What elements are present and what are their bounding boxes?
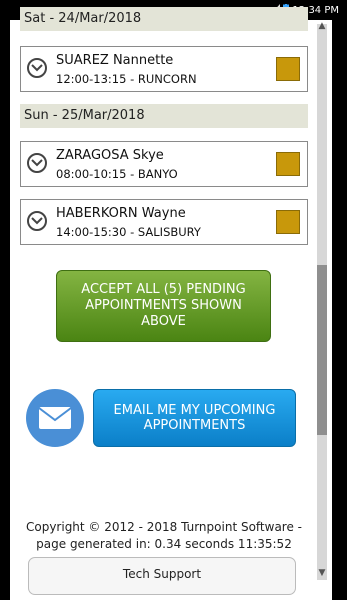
tech-support-button[interactable]: Tech Support	[28, 557, 296, 595]
day-header: Sun - 25/Mar/2018	[20, 104, 308, 128]
scroll-down-icon[interactable]: ▼	[317, 567, 327, 579]
appointment-name: HABERKORN Wayne	[56, 206, 186, 221]
status-badge	[276, 57, 300, 81]
status-badge	[276, 210, 300, 234]
email-appointments-button[interactable]: EMAIL ME MY UPCOMING APPOINTMENTS	[93, 389, 296, 447]
appointment-card[interactable]: ZARAGOSA Skye 08:00-10:15 - BANYO	[20, 141, 308, 187]
chevron-down-icon[interactable]	[27, 153, 47, 173]
appointment-time: 12:00-13:15 - RUNCORN	[56, 72, 197, 86]
appointment-time: 14:00-15:30 - SALISBURY	[56, 225, 201, 239]
chevron-down-icon[interactable]	[27, 58, 47, 78]
scrollbar-thumb[interactable]	[317, 265, 327, 435]
appointment-name: ZARAGOSA Skye	[56, 148, 164, 163]
appointment-card[interactable]: HABERKORN Wayne 14:00-15:30 - SALISBURY	[20, 199, 308, 245]
envelope-icon[interactable]	[26, 389, 84, 447]
day-header: Sat - 24/Mar/2018	[20, 7, 308, 31]
chevron-down-icon[interactable]	[27, 211, 47, 231]
appointment-name: SUAREZ Nannette	[56, 53, 174, 68]
appointment-card[interactable]: SUAREZ Nannette 12:00-13:15 - RUNCORN	[20, 46, 308, 92]
status-badge	[276, 152, 300, 176]
appointment-time: 08:00-10:15 - BANYO	[56, 167, 178, 181]
scroll-up-icon[interactable]: ▲	[317, 20, 327, 32]
footer-copyright: Copyright © 2012 - 2018 Turnpoint Softwa…	[25, 520, 303, 551]
accept-all-button[interactable]: ACCEPT ALL (5) PENDING APPOINTMENTS SHOW…	[56, 270, 271, 342]
